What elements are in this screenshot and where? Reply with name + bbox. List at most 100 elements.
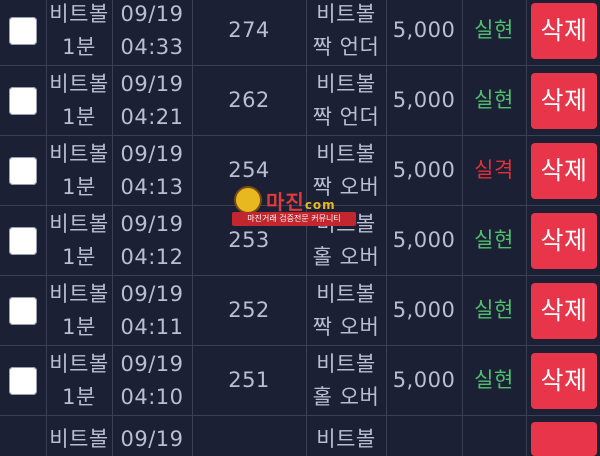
result-cell: 실격 (462, 136, 526, 205)
datetime-cell: 09/19 04:13 (112, 136, 192, 205)
bet-date: 09/19 (120, 427, 184, 451)
amount-cell: 5,000 (386, 0, 462, 65)
bet-date: 09/19 (120, 141, 184, 166)
game-name: 비트볼 (49, 71, 109, 96)
bet-amount: 5,000 (392, 88, 456, 112)
delete-button[interactable] (531, 422, 597, 456)
delete-cell (526, 416, 600, 456)
select-cell (0, 206, 46, 275)
row-checkbox[interactable] (9, 86, 37, 115)
delete-cell: 삭제 (526, 0, 600, 65)
result-status: 실현 (474, 228, 514, 252)
delete-cell: 삭제 (526, 66, 600, 135)
pick-cell: 비트볼짝 오버 (306, 276, 386, 345)
bet-time: 04:11 (120, 314, 184, 339)
table-row: 비트볼 1분 09/19 04:10 251 비트볼홀 오버 5,000 실현 삭제 (0, 346, 600, 416)
round-cell: 254 (192, 136, 306, 205)
bet-date: 09/19 (120, 71, 184, 96)
result-status: 실현 (474, 88, 514, 112)
result-cell: 실현 (462, 66, 526, 135)
game-name: 비트볼 (49, 427, 109, 451)
pick-choice: 짝 오버 (312, 314, 380, 339)
result-status: 실격 (474, 158, 514, 182)
table-row: 비트볼 1분 09/19 04:11 252 비트볼 짝 오버 5,000 실현 삭제 (0, 276, 600, 346)
row-checkbox[interactable] (9, 16, 37, 45)
bet-time: 04:21 (120, 104, 184, 129)
table-row: 비트볼 1분 09/19 04:12 253 비트볼 홀 오버 5,000 실현 삭제 (0, 206, 600, 276)
delete-button[interactable]: 삭제 (531, 352, 597, 409)
pick-cell: 비트볼 (306, 416, 386, 456)
row-checkbox[interactable] (9, 296, 37, 325)
bet-amount: 5,000 (392, 158, 456, 182)
game-interval: 1분 (62, 174, 96, 199)
datetime-cell: 09/19 (112, 416, 192, 456)
table-row: 비트볼 1분 09/19 04:33 274 비트볼 짝 언더 5,000 실현 삭제 (0, 0, 600, 66)
game-cell: 비트볼 1분 (46, 0, 112, 65)
amount-cell: 5,000 (386, 66, 462, 135)
game-interval: 1분 (62, 314, 96, 339)
amount-cell: 5,000 (386, 136, 462, 205)
datetime-cell: 09/19 04:11 (112, 276, 192, 345)
result-cell: 실현 (462, 346, 526, 415)
pick-game: 비트볼 (316, 211, 376, 236)
pick-cell: 비트볼짝 언더 (306, 66, 386, 135)
datetime-cell: 09/19 04:33 (112, 0, 192, 65)
row-checkbox[interactable] (9, 366, 37, 395)
bet-date: 09/19 (120, 1, 184, 26)
pick-game: 비트볼 (316, 281, 376, 306)
select-cell (0, 136, 46, 205)
game-cell: 비트볼 (46, 416, 112, 456)
result-cell: 실현 (462, 206, 526, 275)
pick-choice: 홀 오버 (312, 384, 380, 409)
game-interval: 1분 (62, 384, 96, 409)
select-cell (0, 66, 46, 135)
result-status: 실현 (474, 18, 514, 42)
pick-choice: 짝 오버 (312, 174, 380, 199)
delete-button[interactable]: 삭제 (531, 72, 597, 129)
game-cell: 비트볼 1분 (46, 136, 112, 205)
game-cell: 비트볼 1분 (46, 66, 112, 135)
bet-time: 04:10 (120, 384, 184, 409)
select-cell (0, 346, 46, 415)
row-checkbox[interactable] (9, 226, 37, 255)
table-row-partial: 비트볼 09/19 비트볼 (0, 416, 600, 456)
result-status: 실현 (474, 368, 514, 392)
datetime-cell: 09/19 04:12 (112, 206, 192, 275)
row-checkbox[interactable] (9, 156, 37, 185)
bet-amount: 5,000 (392, 368, 456, 392)
bet-time: 04:13 (120, 174, 184, 199)
pick-game: 비트볼 (316, 71, 376, 96)
result-cell: 실현 (462, 276, 526, 345)
column-divider (192, 416, 193, 456)
round-number: 274 (228, 18, 270, 42)
delete-cell: 삭제 (526, 206, 600, 275)
datetime-cell: 09/19 04:21 (112, 66, 192, 135)
bet-amount: 5,000 (392, 298, 456, 322)
game-cell: 비트볼 1분 (46, 276, 112, 345)
round-cell: 274 (192, 0, 306, 65)
pick-game: 비트볼 (316, 1, 376, 26)
round-number: 253 (228, 228, 270, 252)
pick-cell: 비트볼 짝 오버 (306, 136, 386, 205)
pick-choice: 홀 오버 (312, 244, 380, 269)
amount-cell: 5,000 (386, 346, 462, 415)
delete-button[interactable]: 삭제 (531, 212, 597, 269)
pick-choice: 짝 언더 (312, 104, 380, 129)
pick-game: 비트볼 (316, 427, 376, 451)
delete-cell: 삭제 (526, 276, 600, 345)
result-status: 실현 (474, 298, 514, 322)
delete-button[interactable]: 삭제 (531, 2, 597, 59)
round-cell: 253 (192, 206, 306, 275)
game-interval: 1분 (62, 104, 96, 129)
round-cell: 262 (192, 66, 306, 135)
bet-date: 09/19 (120, 351, 184, 376)
bet-amount: 5,000 (392, 228, 456, 252)
pick-cell: 비트볼홀 오버 (306, 346, 386, 415)
delete-button[interactable]: 삭제 (531, 282, 597, 339)
delete-button[interactable]: 삭제 (531, 142, 597, 199)
round-cell: 251 (192, 346, 306, 415)
bet-time: 04:33 (120, 34, 184, 59)
column-divider (386, 416, 387, 456)
delete-cell: 삭제 (526, 346, 600, 415)
pick-game: 비트볼 (316, 351, 376, 376)
